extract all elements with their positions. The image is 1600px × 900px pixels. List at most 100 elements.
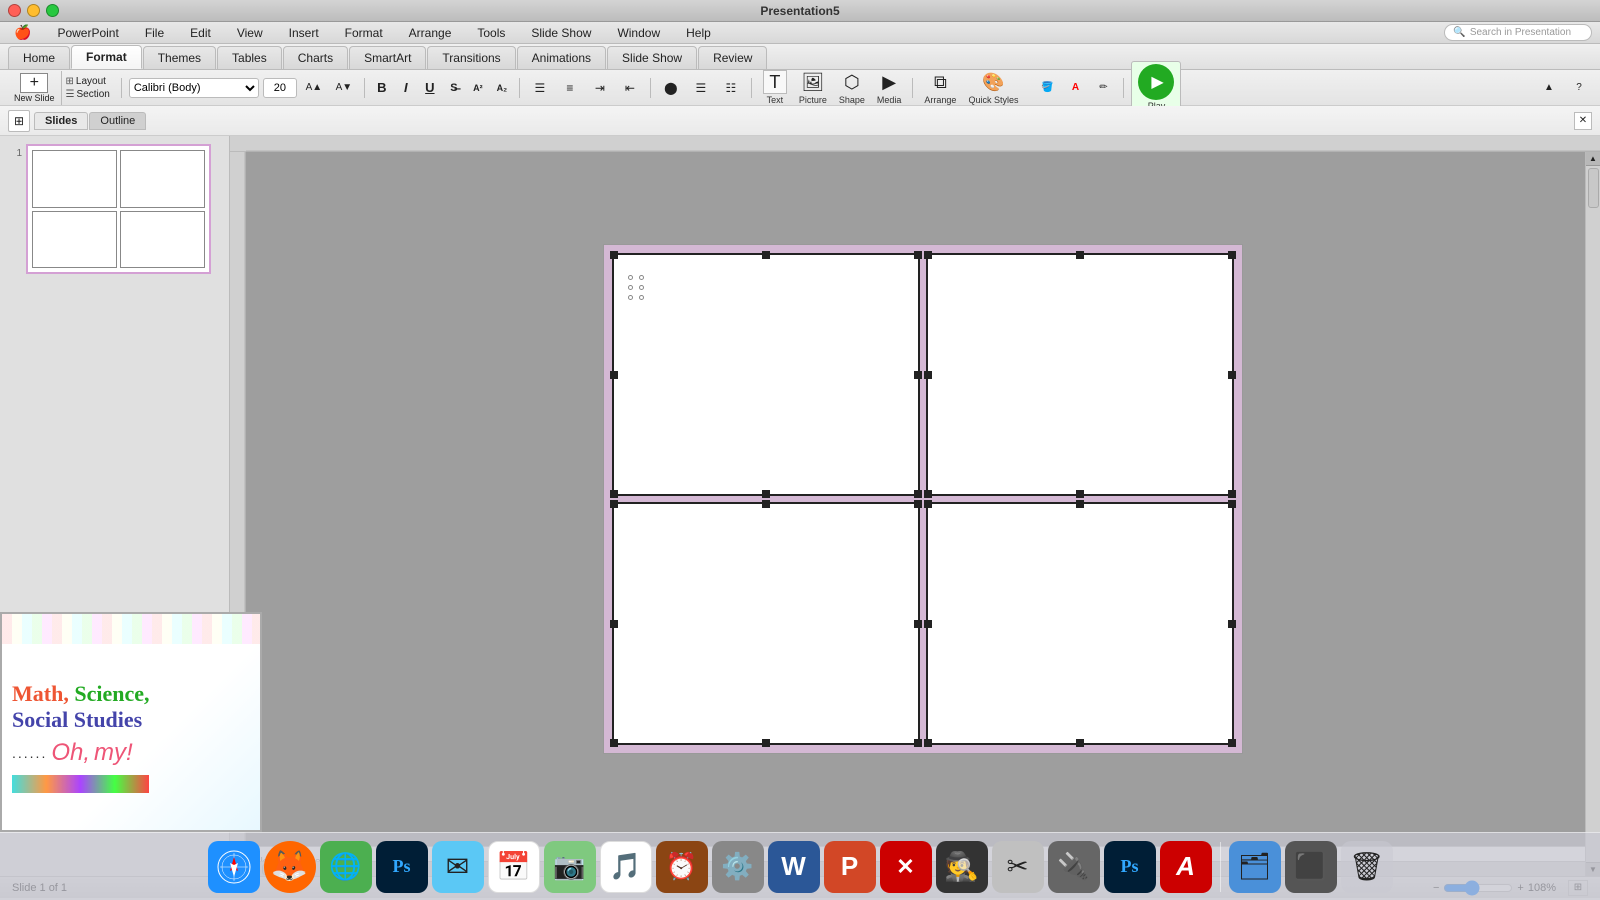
maximize-button[interactable] [46, 4, 59, 17]
outdent-btn[interactable]: ⇤ [617, 75, 643, 101]
font-color-btn[interactable]: A [1062, 75, 1088, 101]
close-button[interactable] [8, 4, 21, 17]
collapse-ribbon-btn[interactable]: ▲ [1536, 75, 1562, 101]
quick-styles-button[interactable]: 🎨 Quick Styles [964, 68, 1022, 107]
iphoto-icon[interactable]: 📷 [544, 841, 596, 893]
handle-br-1[interactable] [914, 490, 922, 498]
superscript-button[interactable]: A² [468, 78, 488, 98]
handle-tr-4[interactable] [1228, 500, 1236, 508]
time-machine-icon[interactable]: ⏰ [656, 841, 708, 893]
handle-tr-2[interactable] [1228, 251, 1236, 259]
launchpad-icon[interactable]: ⬛ [1285, 841, 1337, 893]
handle-lm-3[interactable] [610, 620, 618, 628]
handle-lm-1[interactable] [610, 371, 618, 379]
handle-br-3[interactable] [914, 739, 922, 747]
handle-bm-4[interactable] [1076, 739, 1084, 747]
acrobat-icon[interactable]: A [1160, 841, 1212, 893]
handle-rm-3[interactable] [914, 620, 922, 628]
handle-rm-4[interactable] [1228, 620, 1236, 628]
picture-button[interactable]: 🖼 Picture [795, 68, 831, 107]
slide-thumbnail-1[interactable] [26, 144, 211, 274]
safari-icon[interactable] [208, 841, 260, 893]
align-right-btn[interactable]: ☷ [718, 75, 744, 101]
shape-button[interactable]: ⬡ Shape [835, 68, 869, 107]
handle-rm-1[interactable] [914, 371, 922, 379]
tab-tables[interactable]: Tables [217, 46, 282, 69]
menu-help[interactable]: Help [680, 24, 717, 42]
handle-tl-2[interactable] [924, 251, 932, 259]
search-box[interactable]: 🔍 Search in Presentation [1444, 24, 1592, 41]
handle-bm-1[interactable] [762, 490, 770, 498]
handle-br-4[interactable] [1228, 739, 1236, 747]
menu-edit[interactable]: Edit [184, 24, 217, 42]
slide-quadrant-2[interactable] [926, 253, 1234, 496]
browser-icon[interactable]: 🌐 [320, 841, 372, 893]
trash-icon[interactable]: 🗑 [1341, 841, 1393, 893]
handle-tr-1[interactable] [914, 251, 922, 259]
menu-powerpoint[interactable]: PowerPoint [51, 24, 124, 42]
menu-tools[interactable]: Tools [471, 24, 511, 42]
menu-window[interactable]: Window [611, 24, 666, 42]
fill-color-btn[interactable]: 🪣 [1034, 75, 1060, 101]
handle-tm-4[interactable] [1076, 500, 1084, 508]
highlight-btn[interactable]: ✏ [1090, 75, 1116, 101]
slides-tab-btn[interactable]: Slides [34, 112, 88, 130]
tab-home[interactable]: Home [8, 46, 70, 69]
tab-smartart[interactable]: SmartArt [349, 46, 426, 69]
slide-quadrant-3[interactable] [612, 502, 920, 745]
outline-tab-btn[interactable]: Outline [89, 112, 146, 130]
photoshop-icon[interactable]: Ps [376, 841, 428, 893]
italic-button[interactable]: I [396, 78, 416, 98]
window-controls[interactable] [8, 4, 59, 17]
handle-lm-2[interactable] [924, 371, 932, 379]
font-size-down-btn[interactable]: A▼ [331, 75, 357, 101]
strikethrough-button[interactable]: S̶ [444, 78, 464, 98]
indent-btn[interactable]: ⇥ [587, 75, 613, 101]
tab-animations[interactable]: Animations [517, 46, 606, 69]
system-prefs-icon[interactable]: ⚙️ [712, 841, 764, 893]
font-name-select[interactable]: Calibri (Body) [129, 78, 259, 98]
calendar-icon[interactable]: 📅 [488, 841, 540, 893]
handle-tl-1[interactable] [610, 251, 618, 259]
align-center-btn[interactable]: ☰ [688, 75, 714, 101]
minimize-button[interactable] [27, 4, 40, 17]
excel-icon[interactable]: ✕ [880, 841, 932, 893]
menu-format[interactable]: Format [339, 24, 389, 42]
handle-bl-2[interactable] [924, 490, 932, 498]
tab-themes[interactable]: Themes [143, 46, 216, 69]
bold-button[interactable]: B [372, 78, 392, 98]
handle-tm-3[interactable] [762, 500, 770, 508]
align-left-btn[interactable]: ⬤ [658, 75, 684, 101]
menu-slideshow[interactable]: Slide Show [525, 24, 597, 42]
word-icon[interactable]: W [768, 841, 820, 893]
handle-br-2[interactable] [1228, 490, 1236, 498]
bullets-btn[interactable]: ☰ [527, 75, 553, 101]
handle-tm-2[interactable] [1076, 251, 1084, 259]
handle-bl-1[interactable] [610, 490, 618, 498]
tab-format[interactable]: Format [71, 45, 142, 69]
handle-bm-3[interactable] [762, 739, 770, 747]
handle-tr-3[interactable] [914, 500, 922, 508]
slide-quadrant-1[interactable] [612, 253, 920, 496]
handle-lm-4[interactable] [924, 620, 932, 628]
mannequin-icon[interactable]: 🕵 [936, 841, 988, 893]
subscript-button[interactable]: A₂ [492, 78, 512, 98]
help-btn[interactable]: ? [1566, 75, 1592, 101]
handle-tm-1[interactable] [762, 251, 770, 259]
menu-insert[interactable]: Insert [283, 24, 325, 42]
handle-bm-2[interactable] [1076, 490, 1084, 498]
menu-file[interactable]: File [139, 24, 170, 42]
numbered-list-btn[interactable]: ≡ [557, 75, 583, 101]
clippings-icon[interactable]: ✂ [992, 841, 1044, 893]
finder-icon[interactable]: 🗂 [1229, 841, 1281, 893]
tab-review[interactable]: Review [698, 46, 767, 69]
handle-bl-3[interactable] [610, 739, 618, 747]
layout-label[interactable]: Layout [76, 76, 106, 87]
section-label[interactable]: Section [77, 89, 110, 100]
underline-button[interactable]: U [420, 78, 440, 98]
slide-quadrant-4[interactable] [926, 502, 1234, 745]
close-panel-btn[interactable]: ✕ [1574, 112, 1592, 130]
handle-rm-2[interactable] [1228, 371, 1236, 379]
menu-arrange[interactable]: Arrange [403, 24, 458, 42]
slides-toggle-btn[interactable]: ⊞ [8, 110, 30, 132]
